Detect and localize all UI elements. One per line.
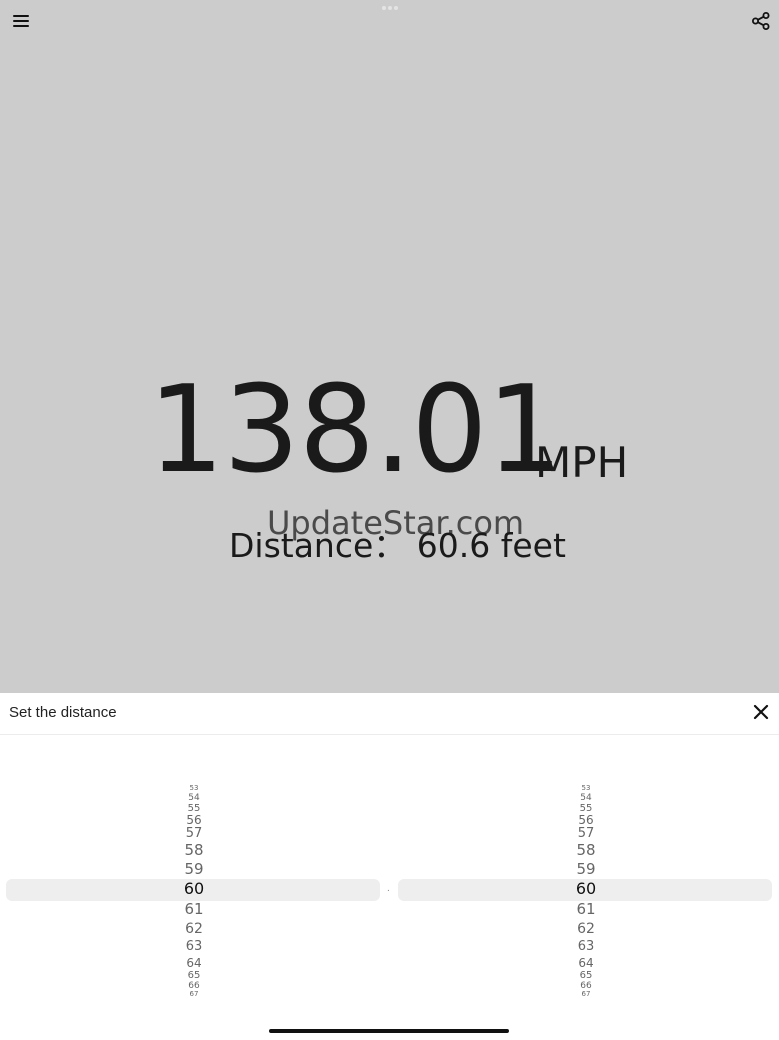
picker-option[interactable]: 57: [398, 825, 774, 842]
panel-title: Set the distance: [9, 704, 117, 721]
three-dots-icon[interactable]: [380, 6, 400, 12]
integer-picker-wheel[interactable]: 53 54 55 56 57 58 59 60 61 62 63 64 65 66 67: [6, 783, 382, 1001]
picker-option[interactable]: 59: [398, 860, 774, 879]
picker-option[interactable]: 58: [6, 841, 382, 860]
distance-label: Distance：: [229, 526, 407, 565]
speed-value: 138.01: [148, 361, 563, 500]
picker-option[interactable]: 67: [398, 989, 774, 1000]
picker-option[interactable]: 67: [6, 989, 382, 1000]
picker-option[interactable]: 60: [398, 879, 774, 899]
speed-readout: 138.01 MPH: [0, 366, 779, 496]
hamburger-menu-icon[interactable]: [12, 13, 30, 29]
home-indicator: [269, 1029, 509, 1033]
decimal-separator: .: [387, 883, 390, 894]
distance-value: 60.6 feet: [416, 526, 566, 565]
picker-option[interactable]: 60: [6, 879, 382, 899]
close-icon[interactable]: [751, 702, 771, 722]
panel-header: Set the distance: [0, 693, 779, 735]
picker-option[interactable]: 62: [398, 920, 774, 938]
distance-readout: Distance： 60.6 feet: [229, 526, 566, 566]
picker-option[interactable]: 63: [398, 938, 774, 955]
picker-option[interactable]: 61: [398, 900, 774, 919]
picker-option[interactable]: 59: [6, 860, 382, 879]
picker-option[interactable]: 57: [6, 825, 382, 842]
decimal-picker-wheel[interactable]: 53 54 55 56 57 58 59 60 61 62 63 64 65 66 67: [398, 783, 774, 1001]
speed-display-area: 138.01 MPH UpdateStar.com Distance： 60.6…: [0, 0, 779, 693]
picker-option[interactable]: 61: [6, 900, 382, 919]
picker-option[interactable]: 62: [6, 920, 382, 938]
picker-option[interactable]: 58: [398, 841, 774, 860]
share-icon[interactable]: [751, 11, 771, 31]
speed-unit: MPH: [535, 438, 629, 487]
picker-option[interactable]: 63: [6, 938, 382, 955]
